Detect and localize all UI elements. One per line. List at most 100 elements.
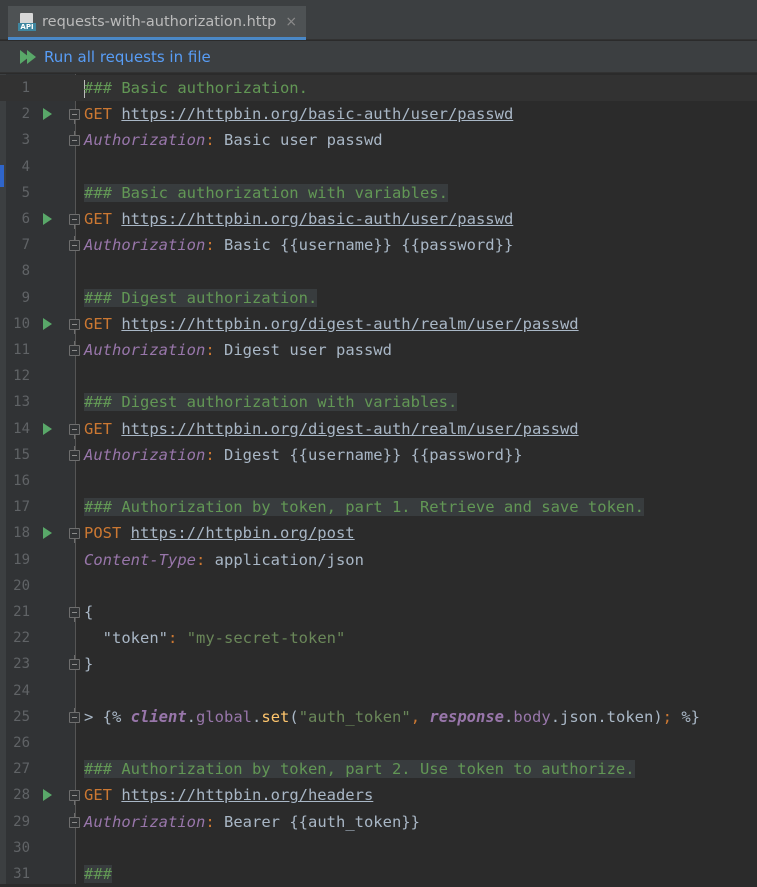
code-line[interactable]: 15 Authorization: Digest {{username}} {{p… — [0, 442, 757, 468]
code-editor[interactable]: 1 ### Basic authorization. 2 GET https://ht… — [0, 74, 757, 884]
code-line[interactable]: 30 — [0, 835, 757, 861]
run-all-requests-link[interactable]: Run all requests in file — [44, 48, 211, 66]
fold-start-icon[interactable] — [69, 423, 80, 439]
url-link[interactable]: https://httpbin.org/digest-auth/realm/us… — [121, 315, 578, 333]
code-line[interactable]: 25 > {% client.global.set("auth_token", r… — [0, 704, 757, 730]
code-line[interactable]: 18 POST https://httpbin.org/post — [0, 520, 757, 546]
code-line[interactable]: 5 ### Basic authorization with variables. — [0, 180, 757, 206]
code-line[interactable]: 9 ### Digest authorization. — [0, 285, 757, 311]
run-request-icon[interactable] — [43, 422, 52, 435]
code-token: "token" — [102, 629, 168, 648]
tab-requests-with-authorization[interactable]: API requests-with-authorization.http × — [8, 6, 306, 40]
url-link[interactable]: https://httpbin.org/post — [131, 524, 355, 542]
code-line[interactable]: 1 ### Basic authorization. — [0, 75, 757, 101]
code-line[interactable]: 3 Authorization: Basic user passwd — [0, 127, 757, 153]
code-line[interactable]: 14 GET https://httpbin.org/digest-auth/re… — [0, 416, 757, 442]
code-line[interactable]: 8 — [0, 258, 757, 284]
header-name-token: Authorization — [84, 341, 206, 359]
code-token: : — [205, 341, 215, 359]
fold-end-icon[interactable] — [69, 131, 80, 147]
fold-start-icon[interactable] — [69, 318, 80, 334]
code-token: ( — [289, 707, 299, 726]
code-line[interactable]: 4 — [0, 154, 757, 180]
code-text: ### Basic authorization. — [84, 75, 308, 101]
comment-token: ### Basic authorization. — [84, 79, 308, 97]
code-line[interactable]: 13 ### Digest authorization with variable… — [0, 389, 757, 415]
code-line[interactable]: 22 "token": "my-secret-token" — [0, 625, 757, 651]
run-all-icon[interactable] — [20, 49, 38, 64]
code-line[interactable]: 2 GET https://httpbin.org/basic-auth/user… — [0, 101, 757, 127]
line-number: 22 — [13, 630, 30, 647]
fold-end-icon[interactable] — [69, 236, 80, 252]
code-text: ### Authorization by token, part 2. Use … — [84, 756, 635, 782]
code-token: : — [205, 131, 215, 150]
code-text: POST https://httpbin.org/post — [84, 520, 355, 546]
fold-start-icon[interactable] — [69, 214, 80, 229]
run-request-icon[interactable] — [43, 213, 52, 225]
line-number: 3 — [21, 132, 30, 149]
line-number: 10 — [13, 315, 30, 332]
run-request-icon[interactable] — [43, 527, 52, 540]
code-line[interactable]: 27 ### Authorization by token, part 2. Us… — [0, 756, 757, 782]
run-request-icon[interactable] — [43, 108, 52, 121]
code-line[interactable]: 17 ### Authorization by token, part 1. Re… — [0, 494, 757, 520]
code-line[interactable]: 6 GET https://httpbin.org/basic-auth/user… — [0, 206, 757, 232]
code-text: Authorization: Digest user passwd — [84, 337, 392, 363]
line-number: 24 — [13, 682, 30, 699]
line-number: 1 — [21, 80, 30, 96]
fold-end-icon[interactable] — [69, 707, 80, 723]
fold-end-icon[interactable] — [69, 341, 80, 356]
line-number: 19 — [13, 551, 30, 568]
code-line[interactable]: 21 { — [0, 599, 757, 625]
code-line[interactable]: 26 — [0, 730, 757, 756]
run-request-icon[interactable] — [43, 789, 52, 802]
url-link[interactable]: https://httpbin.org/basic-auth/user/pass… — [121, 210, 513, 228]
fold-end-icon[interactable] — [69, 812, 80, 828]
code-text: ### Basic authorization with variables. — [84, 180, 448, 206]
url-link[interactable]: https://httpbin.org/headers — [121, 786, 373, 804]
line-number: 20 — [13, 577, 30, 594]
code-text: } — [84, 651, 93, 677]
code-line[interactable]: 16 — [0, 468, 757, 494]
code-line[interactable]: 7 Authorization: Basic {{username}} {{pas… — [0, 232, 757, 258]
url-link[interactable]: https://httpbin.org/digest-auth/realm/us… — [121, 420, 578, 438]
fold-end-icon[interactable] — [69, 445, 80, 461]
code-line[interactable]: 23} — [0, 651, 757, 677]
code-line[interactable]: 29 Authorization: Bearer {{auth_token}} — [0, 809, 757, 835]
comment-token: ### Digest authorization. — [84, 288, 318, 307]
line-number: 30 — [13, 839, 30, 856]
code-text: Authorization: Digest {{username}} {{pas… — [84, 442, 523, 468]
http-method-token: POST — [84, 524, 122, 543]
code-text: GET https://httpbin.org/digest-auth/real… — [84, 416, 579, 442]
code-line[interactable]: 20 — [0, 573, 757, 599]
header-name-token: Authorization — [84, 236, 206, 255]
code-line[interactable]: 28 GET https://httpbin.org/headers — [0, 782, 757, 808]
code-text: Authorization: Basic user passwd — [84, 127, 383, 153]
fold-start-icon[interactable] — [69, 790, 80, 806]
code-line[interactable]: 12 — [0, 363, 757, 389]
code-token: %} — [672, 707, 701, 726]
fold-start-icon[interactable] — [69, 528, 80, 544]
code-line[interactable]: 19 Content-Type: application/json — [0, 547, 757, 573]
url-link[interactable]: https://httpbin.org/basic-auth/user/pass… — [121, 105, 513, 123]
comment-token: ### Authorization by token, part 1. Retr… — [84, 498, 644, 517]
code-text: ### Digest authorization. — [84, 285, 318, 311]
http-client-toolbar: Run all requests in file — [0, 41, 757, 73]
code-line[interactable]: 11 Authorization: Digest user passwd — [0, 337, 757, 363]
code-token: Digest {{username}} {{password}} — [214, 445, 523, 464]
close-icon[interactable]: × — [285, 14, 297, 30]
run-request-icon[interactable] — [43, 317, 52, 330]
fold-start-icon[interactable] — [69, 109, 80, 125]
fold-start-icon[interactable] — [69, 607, 80, 622]
code-line[interactable]: 24 — [0, 678, 757, 704]
code-token: : — [205, 812, 215, 831]
code-line[interactable]: 31 ### — [0, 861, 757, 887]
line-number: 29 — [13, 813, 30, 830]
line-number: 12 — [13, 368, 30, 385]
line-number: 6 — [21, 211, 30, 227]
code-line[interactable]: 10 GET https://httpbin.org/digest-auth/re… — [0, 311, 757, 337]
fold-end-icon[interactable] — [69, 655, 80, 671]
